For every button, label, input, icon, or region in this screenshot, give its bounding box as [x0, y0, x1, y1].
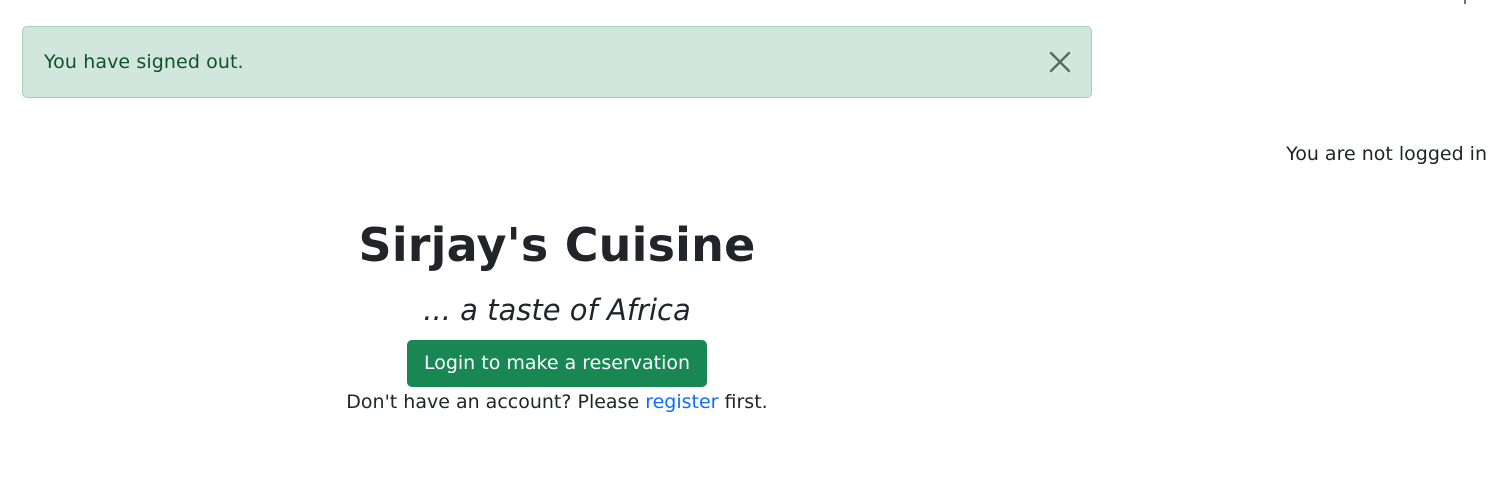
login-reservation-button[interactable]: Login to make a reservation: [406, 339, 708, 387]
login-status: You are not logged in: [1286, 143, 1487, 165]
register-prompt: Don't have an account? Please register f…: [257, 391, 857, 413]
alert-close-button[interactable]: [1047, 49, 1073, 75]
register-prefix: Don't have an account? Please: [346, 390, 646, 413]
tagline: ... a taste of Africa: [423, 293, 691, 328]
alert-message: You have signed out.: [44, 51, 244, 73]
register-suffix: first.: [718, 390, 768, 413]
page: You have signed out. You are not logged …: [0, 0, 1502, 501]
register-link[interactable]: register: [645, 391, 718, 413]
hero-section: Sirjay's Cuisine ... a taste of Africa L…: [257, 218, 857, 413]
close-icon: [1049, 51, 1071, 73]
scrollbar-edge: [1464, 0, 1466, 4]
signout-alert: You have signed out.: [22, 26, 1092, 98]
page-title: Sirjay's Cuisine: [358, 218, 756, 272]
